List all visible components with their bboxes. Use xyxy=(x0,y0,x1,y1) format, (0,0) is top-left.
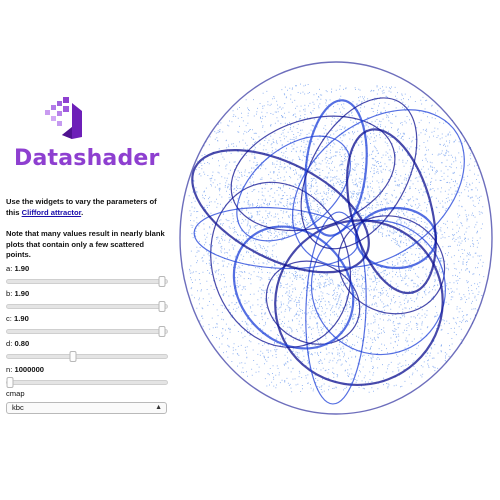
slider-d-handle[interactable] xyxy=(69,351,77,362)
slider-b: b: 1.90 xyxy=(6,288,168,312)
slider-n-value: 1000000 xyxy=(14,365,45,374)
clifford-attractor-plot xyxy=(179,61,493,415)
slider-n-handle[interactable] xyxy=(6,377,14,388)
slider-c-value: 1.90 xyxy=(14,314,29,323)
slider-a-value: 1.90 xyxy=(14,264,30,273)
datashader-logo-icon xyxy=(45,97,82,139)
slider-d: d: 0.80 xyxy=(6,338,168,362)
cmap-label: cmap xyxy=(6,389,25,398)
description-text: Use the widgets to vary the parameters o… xyxy=(6,197,166,218)
slider-d-value: 0.80 xyxy=(14,339,30,348)
slider-b-handle[interactable] xyxy=(158,301,166,312)
description-suffix: . xyxy=(81,207,84,217)
slider-b-track[interactable] xyxy=(6,301,168,312)
brand-title: Datashader xyxy=(14,146,160,171)
slider-a: a: 1.90 xyxy=(6,263,168,287)
slider-n: n: 1000000 xyxy=(6,364,168,388)
slider-c-track[interactable] xyxy=(6,326,168,337)
slider-a-track[interactable] xyxy=(6,276,168,287)
clifford-attractor-link[interactable]: Clifford attractor xyxy=(22,208,82,217)
select-arrow-icon: ▲︎ xyxy=(155,404,162,411)
note-text: Note that many values result in nearly b… xyxy=(6,229,165,259)
slider-a-handle[interactable] xyxy=(158,276,166,287)
cmap-select[interactable]: kbc ▲︎ xyxy=(6,402,167,414)
slider-d-track[interactable] xyxy=(6,351,168,362)
slider-b-value: 1.90 xyxy=(14,289,30,298)
slider-c-handle[interactable] xyxy=(158,326,166,337)
cmap-selected-value: kbc xyxy=(12,403,24,412)
slider-c: c: 1.90 xyxy=(6,313,168,337)
attractor-curve xyxy=(291,109,465,268)
slider-b-label: b: 1.90 xyxy=(6,289,30,298)
slider-n-label: n: 1000000 xyxy=(6,365,45,374)
slider-c-label: c: 1.90 xyxy=(6,314,29,323)
slider-n-track[interactable] xyxy=(6,377,168,388)
slider-a-label: a: 1.90 xyxy=(6,264,30,273)
sidebar: Datashader Use the widgets to vary the p… xyxy=(0,0,172,500)
slider-d-label: d: 0.80 xyxy=(6,339,30,348)
